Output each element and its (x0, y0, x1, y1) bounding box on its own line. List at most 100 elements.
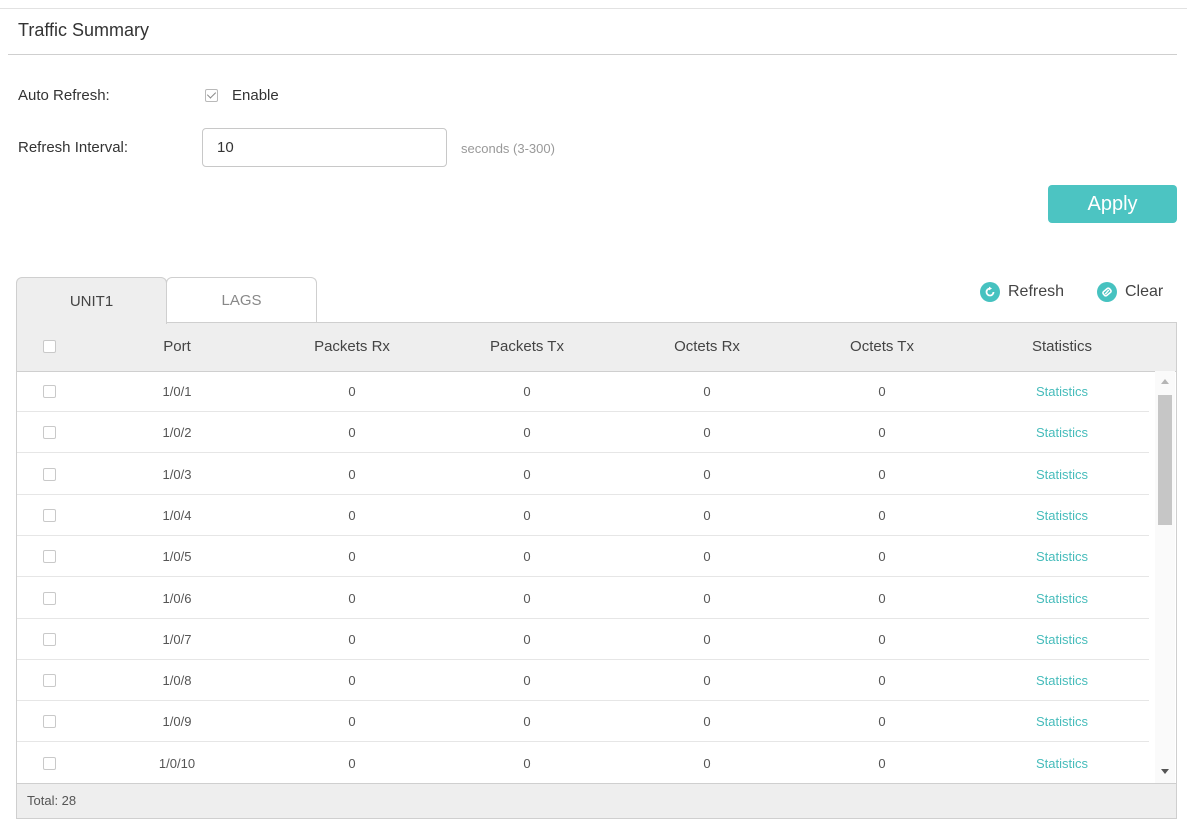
octets-rx-cell: 0 (703, 507, 711, 523)
clear-label[interactable]: Clear (1125, 283, 1163, 301)
packets-tx-cell: 0 (523, 755, 531, 771)
packets-tx-cell: 0 (523, 631, 531, 647)
row-checkbox[interactable] (43, 632, 56, 646)
table-row: 1/0/5 0 0 0 0 Statistics (17, 536, 1149, 578)
traffic-table: Port Packets Rx Packets Tx Octets Rx Oct… (16, 322, 1177, 819)
tab-lags[interactable]: LAGS (166, 277, 317, 323)
refresh-label[interactable]: Refresh (1008, 283, 1064, 301)
packets-rx-cell: 0 (348, 714, 356, 730)
port-cell: 1/0/10 (158, 755, 196, 771)
top-border (0, 8, 1187, 9)
octets-rx-cell: 0 (703, 466, 711, 482)
table-footer: Total: 28 (17, 783, 1176, 818)
scroll-down-arrow-icon[interactable] (1161, 769, 1169, 774)
packets-tx-cell: 0 (523, 590, 531, 606)
statistics-link[interactable]: Statistics (997, 371, 1127, 412)
packets-rx-cell: 0 (348, 425, 356, 441)
packets-tx-cell: 0 (523, 673, 531, 689)
enable-label[interactable]: Enable (232, 87, 279, 104)
octets-tx-cell: 0 (878, 549, 886, 565)
octets-rx-cell: 0 (703, 673, 711, 689)
row-checkbox[interactable] (43, 550, 56, 564)
octets-rx-cell: 0 (703, 631, 711, 647)
octets-tx-cell: 0 (878, 673, 886, 689)
packets-tx-cell: 0 (523, 714, 531, 730)
auto-refresh-checkbox[interactable] (205, 89, 218, 102)
octets-rx-cell: 0 (703, 549, 711, 565)
octets-rx-cell: 0 (703, 755, 711, 771)
statistics-link[interactable]: Statistics (997, 536, 1127, 577)
row-checkbox[interactable] (43, 715, 56, 729)
column-header-octets-rx: Octets Rx (674, 338, 740, 355)
row-checkbox[interactable] (43, 426, 56, 440)
packets-rx-cell: 0 (348, 631, 356, 647)
statistics-link[interactable]: Statistics (997, 412, 1127, 453)
auto-refresh-label: Auto Refresh: (18, 87, 110, 104)
refresh-interval-label: Refresh Interval: (18, 139, 129, 156)
refresh-action[interactable]: Refresh (980, 281, 1064, 303)
scroll-up-arrow-icon[interactable] (1161, 379, 1169, 384)
table-row: 1/0/4 0 0 0 0 Statistics (17, 495, 1149, 536)
packets-tx-cell: 0 (523, 466, 531, 482)
table-row: 1/0/1 0 0 0 0 Statistics (17, 371, 1149, 412)
row-checkbox[interactable] (43, 756, 56, 770)
title-divider (8, 54, 1177, 55)
octets-tx-cell: 0 (878, 714, 886, 730)
packets-rx-cell: 0 (348, 384, 356, 399)
statistics-link[interactable]: Statistics (997, 701, 1127, 742)
statistics-link[interactable]: Statistics (997, 743, 1127, 784)
octets-rx-cell: 0 (703, 714, 711, 730)
refresh-interval-input[interactable] (202, 128, 447, 167)
refresh-icon[interactable] (980, 282, 1000, 302)
octets-rx-cell: 0 (703, 590, 711, 606)
table-row: 1/0/10 0 0 0 0 Statistics (17, 743, 1149, 784)
port-cell: 1/0/2 (162, 425, 192, 441)
section-title: Traffic Summary (18, 20, 150, 40)
clear-icon[interactable] (1097, 282, 1117, 302)
statistics-link[interactable]: Statistics (997, 578, 1127, 619)
clear-action[interactable]: Clear (1097, 281, 1163, 303)
scroll-thumb[interactable] (1158, 395, 1172, 525)
table-scrollbar[interactable] (1155, 371, 1175, 784)
octets-rx-cell: 0 (703, 384, 711, 399)
port-cell: 1/0/8 (162, 673, 192, 689)
packets-tx-cell: 0 (523, 507, 531, 523)
column-header-octets-tx: Octets Tx (850, 338, 914, 355)
port-cell: 1/0/6 (162, 590, 192, 606)
table-row: 1/0/3 0 0 0 0 Statistics (17, 454, 1149, 495)
apply-button[interactable]: Apply (1048, 185, 1177, 223)
octets-tx-cell: 0 (878, 631, 886, 647)
octets-tx-cell: 0 (878, 507, 886, 523)
table-row: 1/0/7 0 0 0 0 Statistics (17, 619, 1149, 660)
octets-tx-cell: 0 (878, 384, 886, 399)
total-count: Total: 28 (27, 793, 77, 808)
row-checkbox[interactable] (43, 508, 56, 522)
row-checkbox[interactable] (43, 467, 56, 481)
packets-rx-cell: 0 (348, 590, 356, 606)
port-cell: 1/0/4 (162, 507, 192, 523)
port-cell: 1/0/9 (162, 714, 192, 730)
statistics-link[interactable]: Statistics (997, 619, 1127, 660)
table-row: 1/0/2 0 0 0 0 Statistics (17, 412, 1149, 454)
table-row: 1/0/6 0 0 0 0 Statistics (17, 578, 1149, 619)
statistics-link[interactable]: Statistics (997, 660, 1127, 701)
row-checkbox[interactable] (43, 385, 56, 398)
port-cell: 1/0/7 (162, 631, 192, 647)
packets-rx-cell: 0 (348, 755, 356, 771)
refresh-interval-hint: seconds (3-300) (461, 141, 555, 156)
statistics-link[interactable]: Statistics (997, 495, 1127, 536)
row-checkbox[interactable] (43, 674, 56, 688)
statistics-link[interactable]: Statistics (997, 454, 1127, 495)
packets-rx-cell: 0 (348, 673, 356, 689)
octets-rx-cell: 0 (703, 425, 711, 441)
table-row: 1/0/8 0 0 0 0 Statistics (17, 660, 1149, 702)
tab-unit1[interactable]: UNIT1 (16, 277, 167, 324)
table-header: Port Packets Rx Packets Tx Octets Rx Oct… (17, 323, 1176, 372)
packets-tx-cell: 0 (523, 549, 531, 565)
select-all-checkbox[interactable] (43, 340, 56, 353)
port-cell: 1/0/5 (162, 549, 192, 565)
packets-rx-cell: 0 (348, 466, 356, 482)
row-checkbox[interactable] (43, 591, 56, 605)
packets-tx-cell: 0 (523, 425, 531, 441)
column-header-packets-tx: Packets Tx (490, 338, 564, 355)
